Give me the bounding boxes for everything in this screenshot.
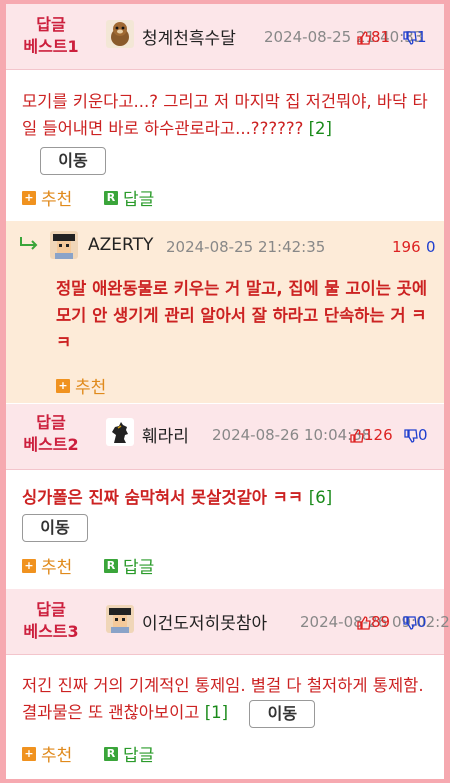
plus-icon: + xyxy=(22,190,36,205)
move-button[interactable]: 이동 xyxy=(40,146,106,175)
upvote-button[interactable]: 89 xyxy=(357,613,390,631)
avatar-horse-icon[interactable] xyxy=(106,418,134,446)
thumbs-down-icon xyxy=(403,30,417,45)
plus-icon: + xyxy=(22,558,36,573)
upvote-button[interactable]: 126 xyxy=(350,426,393,444)
reply-button[interactable]: R 답글 xyxy=(104,741,154,766)
comment-text: 모기를 키운다고...? 그리고 저 마지막 집 저건뭐야, 바닥 타일 들어내… xyxy=(22,92,428,138)
reply-count: [1] xyxy=(204,703,229,722)
reply-count: [6] xyxy=(308,488,333,507)
nickname[interactable]: 이건도저히못참아 xyxy=(142,609,267,634)
reply-label: 답글 xyxy=(123,190,155,210)
avatar-graduate-icon[interactable] xyxy=(106,605,134,633)
reply-arrow-icon xyxy=(20,237,38,250)
thumbs-down-icon xyxy=(403,615,417,630)
comment-body: 저긴 진짜 거의 기계적인 통제임. 별걸 다 철저하게 통제함. 결과물은 또… xyxy=(22,672,436,728)
reply-label: 답글 xyxy=(123,558,155,578)
upvote-button[interactable]: 81 xyxy=(357,28,390,46)
move-button[interactable]: 이동 xyxy=(22,513,88,542)
upvote-count: 81 xyxy=(371,28,391,46)
timestamp: 2024-08-25 21:40:33 xyxy=(264,28,424,46)
recommend-button[interactable]: + 추천 xyxy=(22,185,72,210)
thumbs-up-icon xyxy=(350,428,364,443)
reply-r-icon: R xyxy=(104,558,118,573)
reply-button[interactable]: R 답글 xyxy=(104,185,154,210)
nickname[interactable]: 청계천흑수달 xyxy=(142,24,236,49)
reply-count: [2] xyxy=(308,119,332,138)
avatar-graduate-icon[interactable] xyxy=(50,231,78,259)
downvote-count: 0 xyxy=(418,426,428,444)
recommend-label: 추천 xyxy=(41,558,73,578)
upvote-count: 126 xyxy=(364,426,393,444)
comment-text: 정말 애완동물로 키우는 거 말고, 집에 물 고이는 곳에 모기 안 생기게 … xyxy=(56,279,428,352)
avatar-otter-icon[interactable] xyxy=(106,20,134,48)
recommend-label: 추천 xyxy=(75,378,107,398)
thumbs-down-icon xyxy=(404,428,418,443)
downvote-button[interactable]: 1 xyxy=(403,28,427,46)
reply-r-icon: R xyxy=(104,190,118,205)
timestamp: 2024-08-25 21:42:35 xyxy=(166,238,326,256)
upvote-count: 89 xyxy=(371,613,391,631)
rank-badge: 답글 베스트3 xyxy=(23,600,79,641)
downvote-count: 1 xyxy=(417,28,427,46)
recommend-label: 추천 xyxy=(41,746,73,766)
recommend-button[interactable]: + 추천 xyxy=(56,373,106,398)
reply-r-icon: R xyxy=(104,746,118,761)
recommend-button[interactable]: + 추천 xyxy=(22,741,72,766)
downvote-count: 0 xyxy=(417,613,427,631)
thumbs-up-icon xyxy=(357,615,371,630)
nickname[interactable]: 훼라리 xyxy=(142,422,189,447)
rank-badge: 답글 베스트1 xyxy=(23,15,79,56)
reply-label: 답글 xyxy=(123,746,155,766)
comment-header-best3: 답글 베스트3 이건도저히못참아 2024-08-26 09:02:22 89 0 xyxy=(6,589,450,655)
comment-body: 모기를 키운다고...? 그리고 저 마지막 집 저건뭐야, 바닥 타일 들어내… xyxy=(22,88,436,175)
comment-panel: 답글 베스트1 청계천흑수달 2024-08-25 21:40:33 81 1 모… xyxy=(0,0,450,783)
move-button[interactable]: 이동 xyxy=(249,699,316,728)
comment-header-best1: 답글 베스트1 청계천흑수달 2024-08-25 21:40:33 81 1 xyxy=(6,4,444,70)
thumbs-up-icon xyxy=(357,30,371,45)
comment-text: 싱가폴은 진짜 숨막혀서 못살것같아 ㅋㅋ xyxy=(22,488,309,507)
nickname[interactable]: AZERTY xyxy=(88,235,153,255)
timestamp: 2024-08-26 10:04:38 xyxy=(212,426,372,444)
downvote-count[interactable]: 0 xyxy=(426,238,436,256)
plus-icon: + xyxy=(22,746,36,761)
downvote-button[interactable]: 0 xyxy=(403,613,427,631)
comment-header-best2: 답글 베스트2 훼라리 2024-08-26 10:04:38 126 0 xyxy=(6,404,444,470)
reply-button[interactable]: R 답글 xyxy=(104,553,154,578)
recommend-label: 추천 xyxy=(41,190,73,210)
reply-comment: AZERTY 2024-08-25 21:42:35 196 0 정말 애완동물… xyxy=(6,221,444,403)
plus-icon: + xyxy=(56,378,70,393)
downvote-button[interactable]: 0 xyxy=(404,426,428,444)
rank-badge: 답글 베스트2 xyxy=(23,413,79,454)
upvote-count[interactable]: 196 xyxy=(392,238,421,256)
comment-body: 싱가폴은 진짜 숨막혀서 못살것같아 ㅋㅋ [6] 이동 xyxy=(22,484,436,542)
recommend-button[interactable]: + 추천 xyxy=(22,553,72,578)
